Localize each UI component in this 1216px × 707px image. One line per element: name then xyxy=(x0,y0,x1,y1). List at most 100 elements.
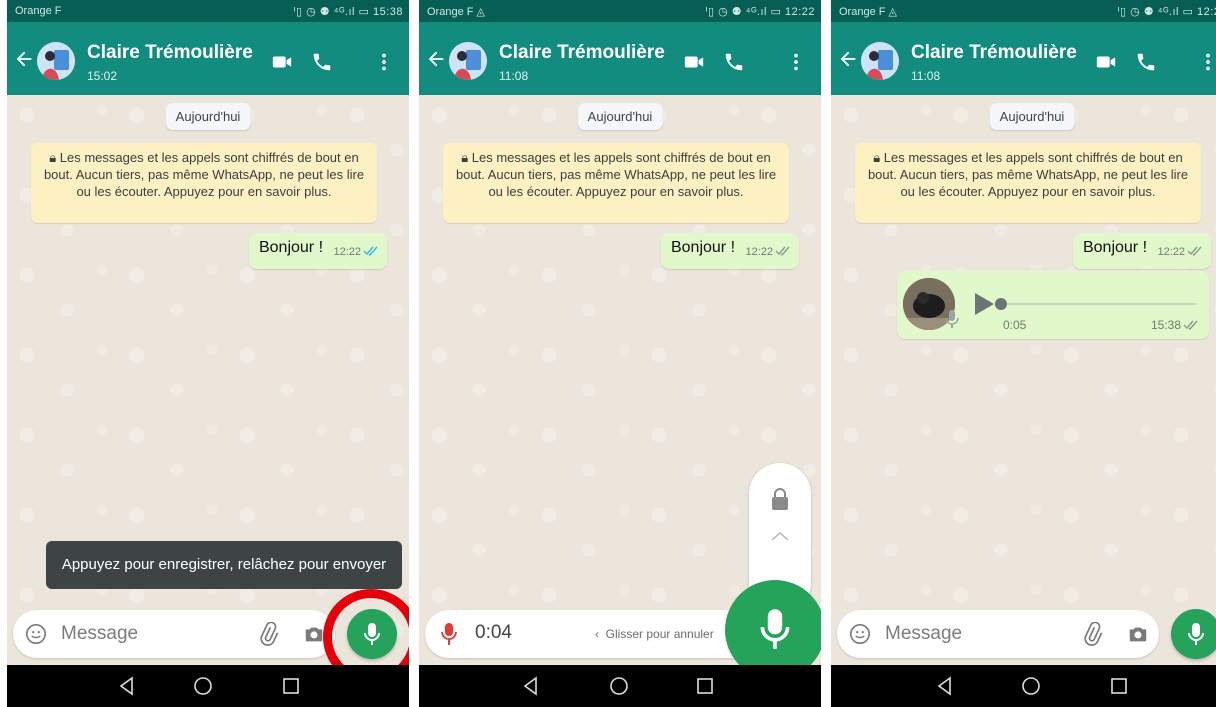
nav-home-icon[interactable] xyxy=(609,676,629,696)
slide-to-cancel[interactable]: ‹ Glisser pour annuler xyxy=(595,627,714,641)
last-seen: 11:08 xyxy=(499,69,529,83)
android-nav-bar xyxy=(7,665,409,707)
status-icons: ᑊ▯ ◷ ⚉ ⁴ᴳ.ıl ▭ 15:38 xyxy=(293,6,403,18)
emoji-icon[interactable] xyxy=(849,623,871,645)
chat-header: Claire Trémoulière 11:08 xyxy=(419,22,821,95)
contact-name[interactable]: Claire Trémoulière xyxy=(499,42,665,64)
message-time: 12:22 xyxy=(745,246,791,258)
chevron-left-icon: ‹ xyxy=(595,627,606,641)
lock-icon xyxy=(772,488,788,510)
microphone-icon xyxy=(760,609,790,649)
carrier-name: Orange F ◬ xyxy=(839,6,897,18)
outgoing-message[interactable]: Bonjour ! 12:22 xyxy=(660,233,799,269)
nav-recents-icon[interactable] xyxy=(695,676,715,696)
message-text: Bonjour ! xyxy=(1082,239,1148,256)
message-timestamp: 12:22 xyxy=(745,246,773,258)
attach-paperclip-icon[interactable] xyxy=(1080,622,1104,646)
camera-icon[interactable] xyxy=(1127,623,1149,645)
video-call-icon[interactable] xyxy=(683,51,705,73)
avatar[interactable] xyxy=(37,42,75,80)
phone-screen-1: Orange F ᑊ▯ ◷ ⚉ ⁴ᴳ.ıl ▭ 15:38 Claire Tré… xyxy=(7,0,409,707)
avatar[interactable] xyxy=(449,42,487,80)
more-options-icon[interactable] xyxy=(373,51,395,73)
status-bar: Orange F ◬ ᑊ▯ ◷ ⚉ ⁴ᴳ.ıl ▭ 12:22 xyxy=(831,0,1216,22)
voice-message-bubble[interactable]: 0:05 15:38 xyxy=(897,271,1209,339)
lock-icon: 🔒︎ xyxy=(49,150,60,165)
recording-microphone-icon xyxy=(441,623,457,645)
phone-call-icon[interactable] xyxy=(1135,51,1157,73)
nav-recents-icon[interactable] xyxy=(281,676,301,696)
chevron-up-icon xyxy=(771,531,789,541)
emoji-icon[interactable] xyxy=(25,623,47,645)
message-input[interactable] xyxy=(885,622,1055,646)
outgoing-message[interactable]: Bonjour ! 12:22 xyxy=(248,233,387,269)
audio-progress-track[interactable] xyxy=(1001,303,1196,305)
message-timestamp: 12:22 xyxy=(333,246,361,258)
double-check-grey-icon xyxy=(775,246,790,256)
voice-note-mic-icon xyxy=(945,310,959,328)
encryption-notice-text: Les messages et les appels sont chiffrés… xyxy=(455,150,777,199)
message-time: 12:22 xyxy=(1157,246,1203,258)
encryption-notice[interactable]: 🔒︎ Les messages et les appels sont chiff… xyxy=(443,143,789,223)
lock-icon: 🔒︎ xyxy=(461,150,472,165)
avatar[interactable] xyxy=(861,42,899,80)
double-check-blue-icon xyxy=(363,246,378,256)
chat-header: Claire Trémoulière 15:02 xyxy=(7,22,409,95)
chat-header: Claire Trémoulière 11:08 xyxy=(831,22,1216,95)
recording-bar: 0:04 ‹ Glisser pour annuler xyxy=(425,610,765,658)
camera-icon[interactable] xyxy=(303,623,325,645)
date-chip: Aujourd'hui xyxy=(165,103,251,130)
phone-screen-2: Orange F ◬ ᑊ▯ ◷ ⚉ ⁴ᴳ.ıl ▭ 12:22 Claire T… xyxy=(419,0,821,707)
message-composer xyxy=(837,610,1159,658)
back-arrow-icon[interactable] xyxy=(425,48,447,70)
status-bar: Orange F ◬ ᑊ▯ ◷ ⚉ ⁴ᴳ.ıl ▭ 12:22 xyxy=(419,0,821,22)
date-chip: Aujourd'hui xyxy=(577,103,663,130)
back-arrow-icon[interactable] xyxy=(13,48,35,70)
recording-timer: 0:04 xyxy=(475,622,512,643)
android-nav-bar xyxy=(419,665,821,707)
back-arrow-icon[interactable] xyxy=(837,48,859,70)
message-time: 12:22 xyxy=(333,246,379,258)
microphone-icon xyxy=(1188,623,1204,645)
phone-call-icon[interactable] xyxy=(311,51,333,73)
message-timestamp: 12:22 xyxy=(1157,246,1185,258)
more-options-icon[interactable] xyxy=(1197,51,1216,73)
record-hint-tooltip: Appuyez pour enregistrer, relâchez pour … xyxy=(46,541,402,589)
encryption-notice[interactable]: 🔒︎ Les messages et les appels sont chiff… xyxy=(31,143,377,223)
carrier-name: Orange F ◬ xyxy=(427,6,485,18)
contact-name[interactable]: Claire Trémoulière xyxy=(87,42,253,64)
phone-screen-3: Orange F ◬ ᑊ▯ ◷ ⚉ ⁴ᴳ.ıl ▭ 12:22 Claire T… xyxy=(831,0,1216,707)
audio-progress-thumb[interactable] xyxy=(995,298,1007,310)
outgoing-message[interactable]: Bonjour ! 12:22 xyxy=(1072,233,1211,269)
phone-call-icon[interactable] xyxy=(723,51,745,73)
attach-paperclip-icon[interactable] xyxy=(256,622,280,646)
play-icon[interactable] xyxy=(973,292,995,316)
nav-home-icon[interactable] xyxy=(193,676,213,696)
video-call-icon[interactable] xyxy=(271,51,293,73)
video-call-icon[interactable] xyxy=(1095,51,1117,73)
message-text: Bonjour ! xyxy=(258,239,324,256)
nav-back-icon[interactable] xyxy=(521,676,541,696)
encryption-notice[interactable]: 🔒︎ Les messages et les appels sont chiff… xyxy=(855,143,1201,223)
voice-message-time: 15:38 xyxy=(1151,318,1199,332)
contact-name[interactable]: Claire Trémoulière xyxy=(911,42,1077,64)
double-check-grey-icon xyxy=(1187,246,1202,256)
more-options-icon[interactable] xyxy=(785,51,807,73)
date-chip: Aujourd'hui xyxy=(989,103,1075,130)
android-nav-bar xyxy=(831,665,1216,707)
nav-back-icon[interactable] xyxy=(935,676,955,696)
status-icons: ᑊ▯ ◷ ⚉ ⁴ᴳ.ıl ▭ 12:22 xyxy=(1117,6,1216,18)
nav-back-icon[interactable] xyxy=(117,676,137,696)
message-text: Bonjour ! xyxy=(670,239,736,256)
last-seen: 15:02 xyxy=(87,69,118,83)
carrier-name: Orange F xyxy=(15,5,62,17)
double-check-grey-icon xyxy=(1183,320,1198,330)
voice-duration: 0:05 xyxy=(1003,318,1027,332)
nav-recents-icon[interactable] xyxy=(1109,676,1129,696)
nav-home-icon[interactable] xyxy=(1021,676,1041,696)
voice-record-button[interactable] xyxy=(1171,609,1216,659)
status-bar: Orange F ᑊ▯ ◷ ⚉ ⁴ᴳ.ıl ▭ 15:38 xyxy=(7,0,409,22)
lock-icon: 🔒︎ xyxy=(873,150,884,165)
message-input[interactable] xyxy=(61,622,231,646)
status-icons: ᑊ▯ ◷ ⚉ ⁴ᴳ.ıl ▭ 12:22 xyxy=(705,6,815,18)
